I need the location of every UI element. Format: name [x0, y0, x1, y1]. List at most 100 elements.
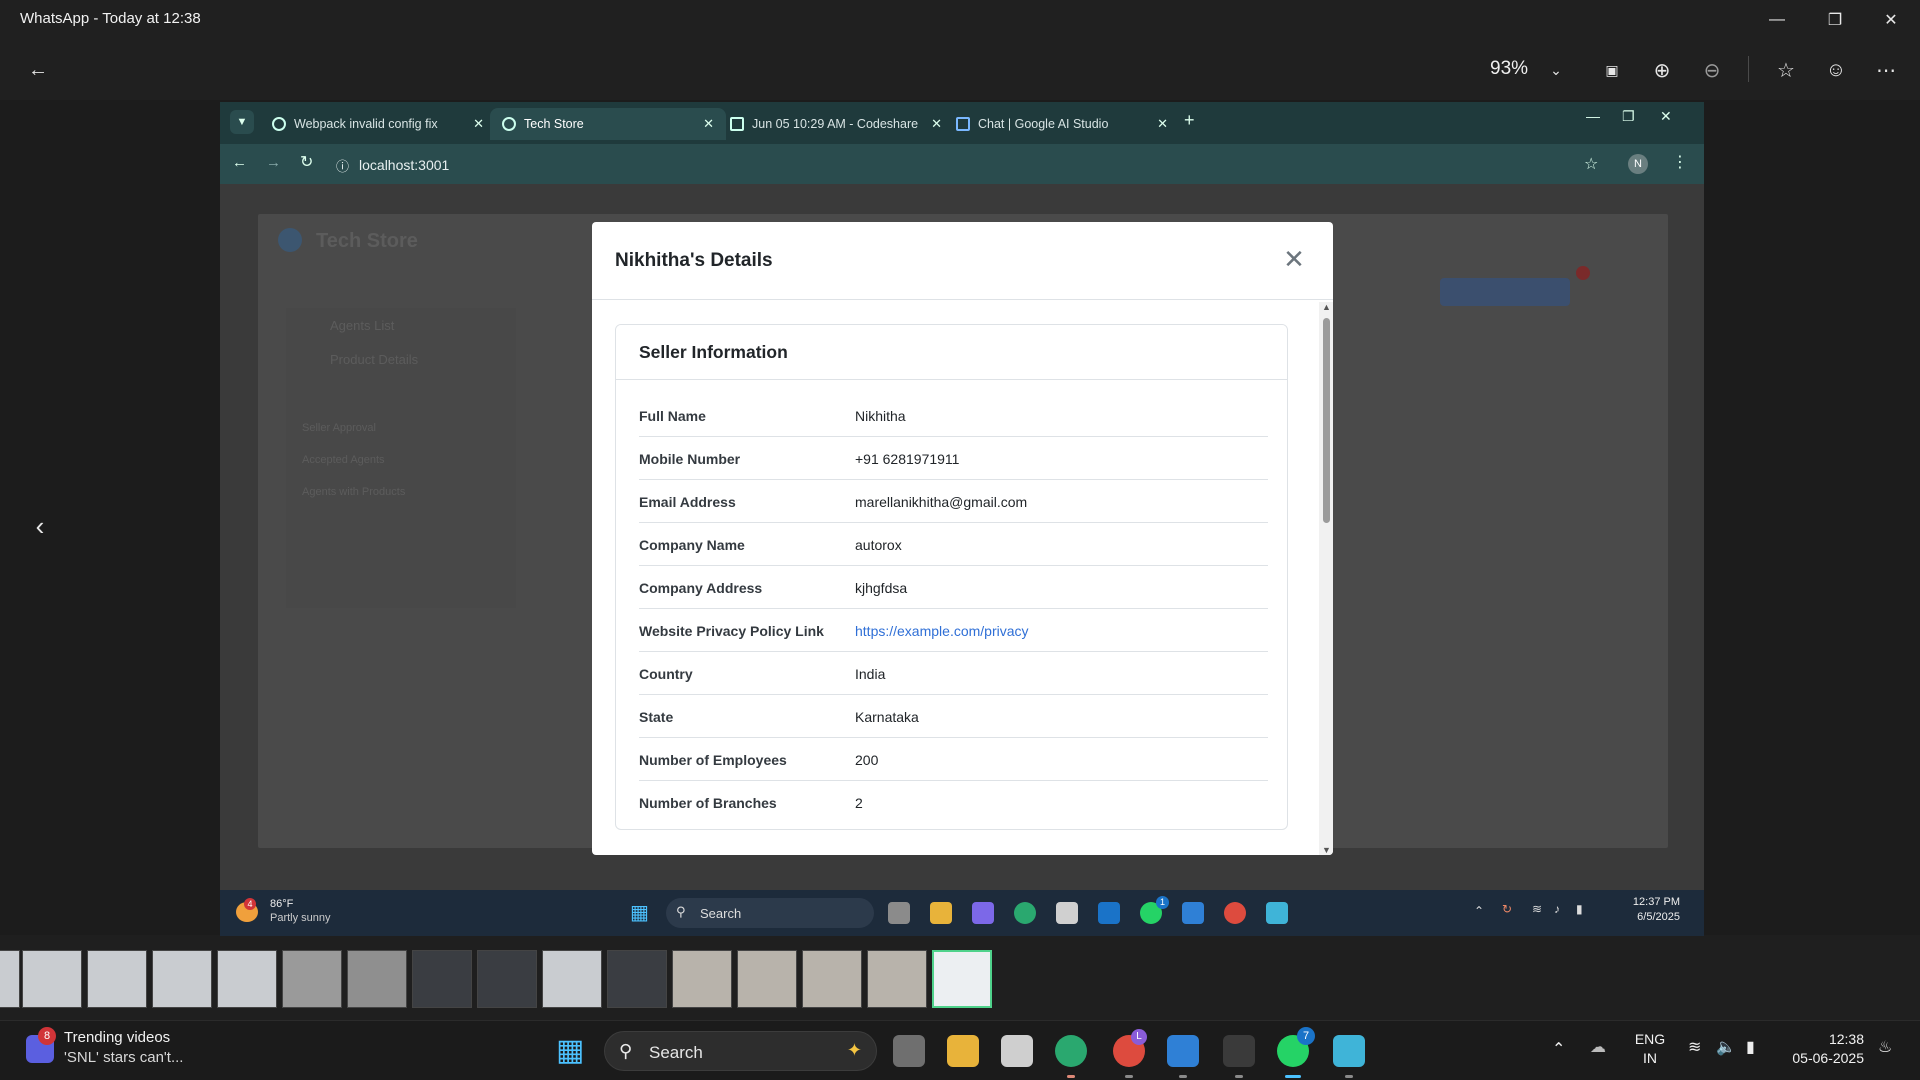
- wifi-icon[interactable]: ≋: [1688, 1037, 1701, 1057]
- address-bar[interactable]: ⓘ localhost:3001: [336, 150, 1704, 180]
- browser-restore-icon[interactable]: ❐: [1622, 108, 1635, 125]
- battery-icon[interactable]: ▮: [1576, 902, 1583, 916]
- filmstrip-thumb[interactable]: [607, 950, 667, 1008]
- vscode-icon[interactable]: [1167, 1035, 1199, 1067]
- new-tab-icon[interactable]: +: [1184, 110, 1195, 131]
- news-subtitle[interactable]: 'SNL' stars can't...: [64, 1049, 183, 1066]
- privacy-policy-link[interactable]: https://example.com/privacy: [855, 623, 1029, 639]
- filmstrip-thumb[interactable]: [0, 950, 20, 1008]
- browser-back-icon[interactable]: ←: [232, 154, 247, 171]
- bookmark-star-icon[interactable]: ☆: [1584, 154, 1598, 174]
- terminal-icon[interactable]: [1223, 1035, 1255, 1067]
- store-icon[interactable]: [1056, 902, 1078, 924]
- profile-avatar[interactable]: N: [1628, 154, 1648, 174]
- restore-button[interactable]: ❐: [1810, 0, 1860, 40]
- battery-icon[interactable]: ▮: [1746, 1037, 1755, 1057]
- close-icon[interactable]: ✕: [1279, 244, 1309, 274]
- scroll-up-icon[interactable]: ▲: [1322, 302, 1331, 312]
- task-view-icon[interactable]: [888, 902, 910, 924]
- notepad-icon[interactable]: [1333, 1035, 1365, 1067]
- tray-chevron-icon[interactable]: ⌃: [1552, 1039, 1565, 1059]
- scrollbar-thumb[interactable]: [1323, 318, 1330, 523]
- volume-muted-icon[interactable]: 🔈: [1716, 1037, 1736, 1057]
- close-tab-icon[interactable]: ✕: [1157, 116, 1168, 132]
- edge-icon[interactable]: [1055, 1035, 1087, 1067]
- copilot-icon[interactable]: [972, 902, 994, 924]
- prev-image-icon[interactable]: ‹: [20, 506, 60, 546]
- filmstrip-thumb[interactable]: [217, 950, 277, 1008]
- onedrive-icon[interactable]: ☁: [1590, 1037, 1606, 1057]
- input-language[interactable]: ENG: [1628, 1031, 1672, 1047]
- tab-search-icon[interactable]: ▼: [230, 110, 254, 134]
- file-explorer-icon[interactable]: [930, 902, 952, 924]
- close-window-button[interactable]: ✕: [1866, 0, 1916, 40]
- clock-time[interactable]: 12:38: [1772, 1031, 1864, 1047]
- manage-agents-button[interactable]: [1440, 278, 1570, 306]
- modal-scrollbar[interactable]: ▲ ▼: [1319, 302, 1333, 855]
- close-tab-icon[interactable]: ✕: [931, 116, 942, 132]
- start-icon[interactable]: ▦: [630, 902, 652, 924]
- browser-minimize-icon[interactable]: —: [1586, 108, 1600, 124]
- zoom-in-icon[interactable]: ⊕: [1642, 50, 1682, 90]
- task-view-icon[interactable]: [893, 1035, 925, 1067]
- store-icon[interactable]: [1001, 1035, 1033, 1067]
- tab-codeshare[interactable]: Jun 05 10:29 AM - Codeshare ✕: [718, 108, 954, 140]
- clock-date[interactable]: 05-06-2025: [1772, 1050, 1864, 1066]
- file-explorer-icon[interactable]: [947, 1035, 979, 1067]
- scroll-down-icon[interactable]: ▼: [1322, 845, 1331, 855]
- zoom-level[interactable]: 93%: [1490, 58, 1528, 80]
- actual-size-icon[interactable]: ▣: [1592, 50, 1632, 90]
- start-button[interactable]: ▦: [556, 1036, 584, 1066]
- wifi-icon[interactable]: ≋: [1532, 902, 1542, 916]
- browser-menu-icon[interactable]: ⋮: [1672, 152, 1688, 172]
- filmstrip-thumb[interactable]: [347, 950, 407, 1008]
- news-title[interactable]: Trending videos: [64, 1029, 170, 1046]
- browser-forward-icon[interactable]: →: [266, 154, 281, 171]
- filmstrip-thumb[interactable]: [737, 950, 797, 1008]
- filmstrip-thumb[interactable]: [412, 950, 472, 1008]
- inner-clock-time[interactable]: 12:37 PM: [1610, 896, 1680, 908]
- input-region[interactable]: IN: [1628, 1050, 1672, 1066]
- sidebar-item-approval[interactable]: Seller Approval: [302, 422, 376, 434]
- filmstrip-thumb[interactable]: [542, 950, 602, 1008]
- sidebar-item-agents[interactable]: Agents List: [330, 318, 394, 333]
- zoom-out-icon[interactable]: ⊖: [1692, 50, 1732, 90]
- close-tab-icon[interactable]: ✕: [473, 116, 484, 132]
- volume-icon[interactable]: ♪: [1554, 902, 1560, 916]
- favorite-star-icon[interactable]: ☆: [1766, 50, 1806, 90]
- tab-webpack[interactable]: Webpack invalid config fix ✕: [260, 108, 496, 140]
- site-info-icon[interactable]: ⓘ: [336, 156, 349, 175]
- browser-close-icon[interactable]: ✕: [1660, 108, 1672, 125]
- notification-bell-icon[interactable]: ♨: [1878, 1037, 1892, 1057]
- emoji-icon[interactable]: ☺: [1816, 50, 1856, 90]
- taskbar-search[interactable]: ⚲ Search ✦: [604, 1031, 877, 1071]
- tray-sync-icon[interactable]: ↻: [1502, 902, 1512, 916]
- more-icon[interactable]: ⋯: [1866, 50, 1906, 90]
- filmstrip-thumb[interactable]: [152, 950, 212, 1008]
- reload-icon[interactable]: ↻: [300, 152, 313, 172]
- sidebar-item-accepted[interactable]: Accepted Agents: [302, 454, 385, 466]
- tab-ai-studio[interactable]: Chat | Google AI Studio ✕: [944, 108, 1180, 140]
- inner-search-box[interactable]: ⚲ Search: [666, 898, 874, 928]
- tab-tech-store[interactable]: Tech Store ✕: [490, 108, 726, 140]
- filmstrip-thumb[interactable]: [477, 950, 537, 1008]
- inner-clock-date[interactable]: 6/5/2025: [1610, 911, 1680, 923]
- outlook-icon[interactable]: [1098, 902, 1120, 924]
- edge-icon[interactable]: [1014, 902, 1036, 924]
- zoom-dropdown-icon[interactable]: ⌄: [1536, 50, 1576, 90]
- filmstrip-thumb[interactable]: [282, 950, 342, 1008]
- notepad-icon[interactable]: [1266, 902, 1288, 924]
- tray-chevron-icon[interactable]: ⌃: [1474, 904, 1484, 918]
- vscode-icon[interactable]: [1182, 902, 1204, 924]
- chrome-icon[interactable]: [1224, 902, 1246, 924]
- minimize-button[interactable]: —: [1752, 0, 1802, 40]
- back-arrow-icon[interactable]: ←: [18, 50, 58, 90]
- filmstrip-thumb[interactable]: [867, 950, 927, 1008]
- sidebar-item-products[interactable]: Product Details: [330, 352, 418, 367]
- filmstrip-thumb[interactable]: [87, 950, 147, 1008]
- close-tab-icon[interactable]: ✕: [703, 116, 714, 132]
- filmstrip-thumb[interactable]: [802, 950, 862, 1008]
- filmstrip-thumb-selected[interactable]: [932, 950, 992, 1008]
- filmstrip-thumb[interactable]: [22, 950, 82, 1008]
- filmstrip-thumb[interactable]: [672, 950, 732, 1008]
